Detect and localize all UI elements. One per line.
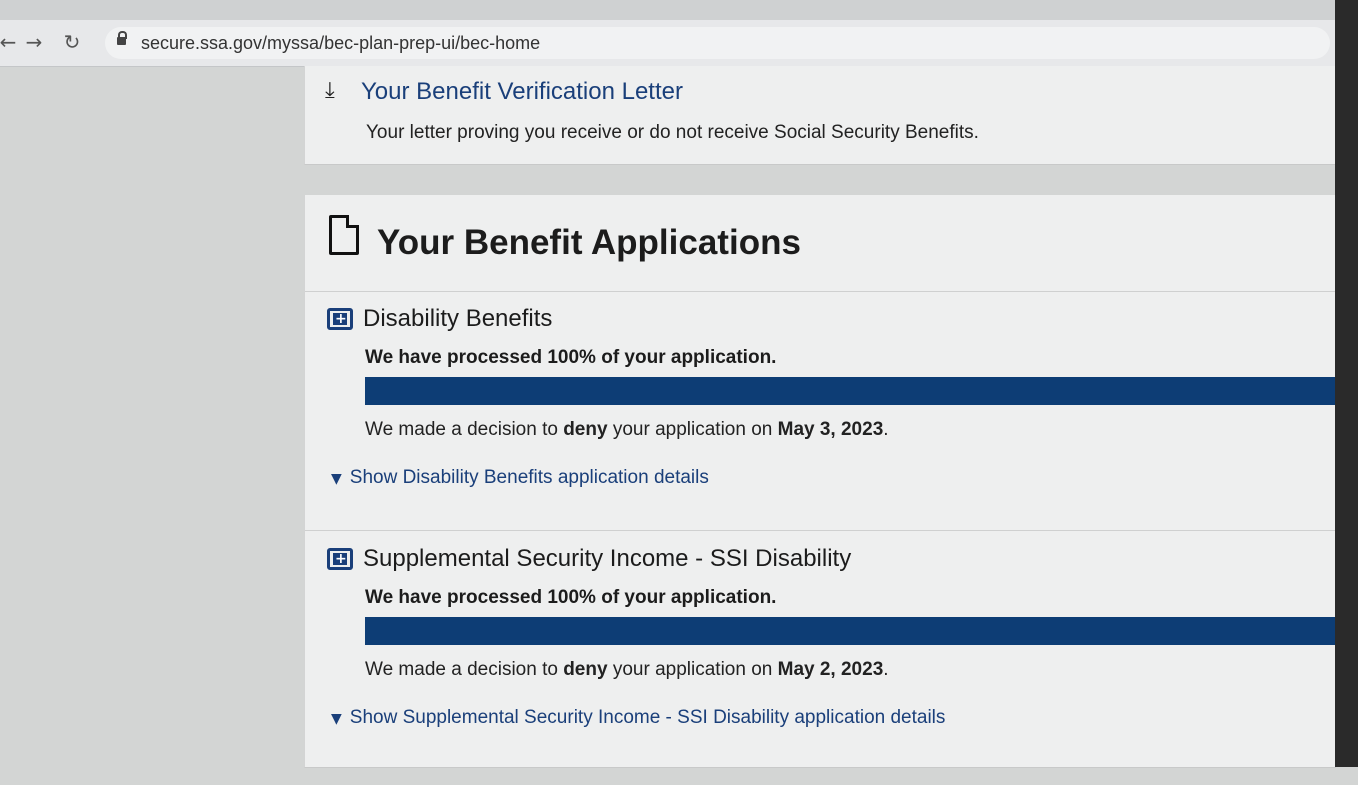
chevron-down-icon: ▼ bbox=[331, 711, 342, 727]
processed-status: We have processed 100% of your applicati… bbox=[365, 587, 777, 608]
processed-status: We have processed 100% of your applicati… bbox=[365, 347, 777, 368]
section-title: Your Benefit Applications bbox=[377, 223, 801, 262]
browser-toolbar: ← → ↻ secure.ssa.gov/myssa/bec-plan-prep… bbox=[0, 20, 1335, 67]
medical-kit-icon: + bbox=[327, 308, 353, 330]
show-details-link[interactable]: ▼ Show Supplemental Security Income - SSI… bbox=[331, 707, 945, 729]
progress-bar bbox=[365, 617, 1336, 645]
medical-kit-icon: + bbox=[327, 548, 353, 570]
url-text[interactable]: secure.ssa.gov/myssa/bec-plan-prep-ui/be… bbox=[141, 33, 540, 54]
document-icon bbox=[329, 215, 359, 255]
screen-edge bbox=[1335, 0, 1358, 767]
benefit-applications-card: Your Benefit Applications + Disability B… bbox=[304, 195, 1336, 768]
tab-strip bbox=[0, 0, 1335, 20]
divider bbox=[305, 291, 1336, 292]
application-ssi-disability: + Supplemental Security Income - SSI Dis… bbox=[305, 545, 1336, 785]
forward-arrow-icon[interactable]: → bbox=[20, 28, 48, 56]
address-bar[interactable]: secure.ssa.gov/myssa/bec-plan-prep-ui/be… bbox=[105, 27, 1330, 59]
back-arrow-icon[interactable]: ← bbox=[0, 28, 22, 56]
benefit-verification-letter-link[interactable]: Your Benefit Verification Letter bbox=[361, 78, 683, 106]
application-title: Disability Benefits bbox=[363, 305, 553, 332]
letter-description: Your letter proving you receive or do no… bbox=[366, 122, 979, 143]
progress-fill bbox=[365, 617, 1336, 645]
decision-text: We made a decision to deny your applicat… bbox=[365, 419, 889, 440]
application-title: Supplemental Security Income - SSI Disab… bbox=[363, 545, 852, 572]
lock-icon bbox=[117, 31, 127, 45]
progress-fill bbox=[365, 377, 1336, 405]
divider bbox=[305, 530, 1336, 531]
show-details-link[interactable]: ▼ Show Disability Benefits application de… bbox=[331, 467, 709, 489]
progress-bar bbox=[365, 377, 1336, 405]
chevron-down-icon: ▼ bbox=[331, 471, 342, 487]
benefit-verification-card: ⤓ Your Benefit Verification Letter Your … bbox=[304, 66, 1336, 165]
application-disability-benefits: + Disability Benefits We have processed … bbox=[305, 305, 1336, 545]
reload-icon[interactable]: ↻ bbox=[58, 28, 86, 56]
decision-text: We made a decision to deny your applicat… bbox=[365, 659, 889, 680]
download-icon: ⤓ bbox=[325, 78, 335, 103]
